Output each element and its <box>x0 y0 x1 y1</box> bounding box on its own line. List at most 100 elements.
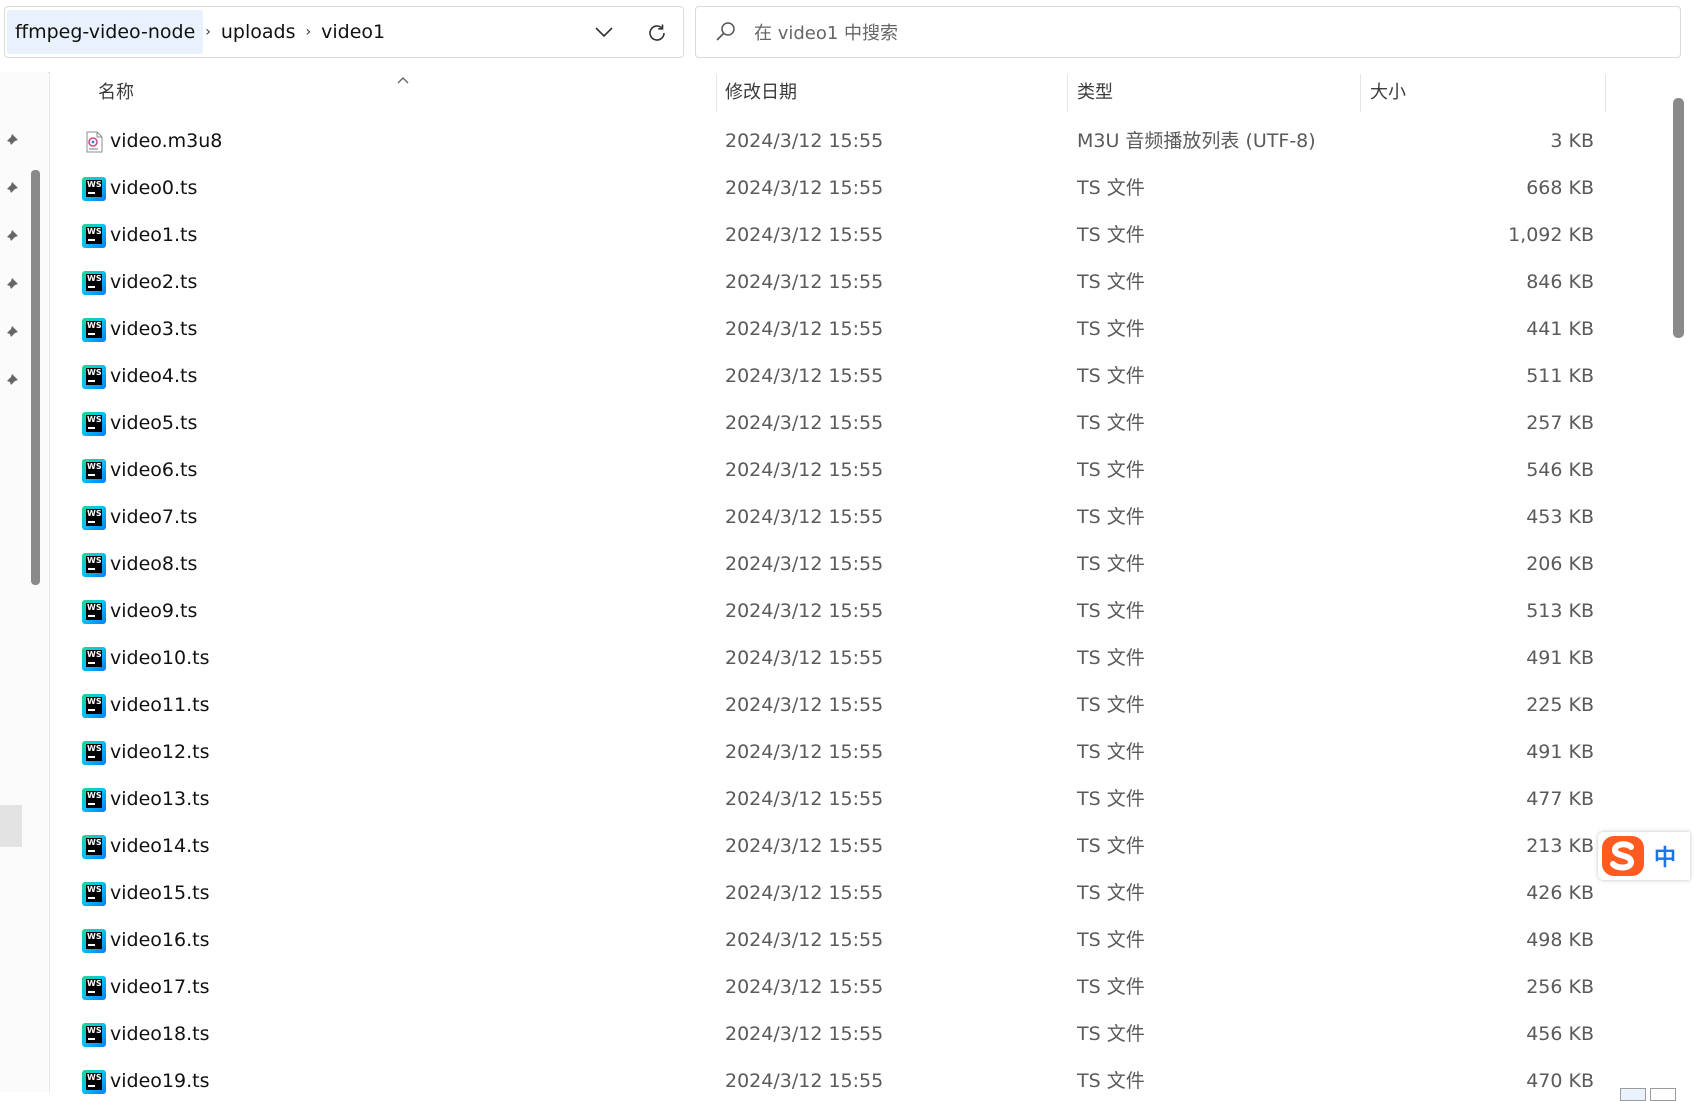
navigation-scrollbar[interactable] <box>31 170 40 585</box>
file-row[interactable]: WS video16.ts 2024/3/12 15:55 TS 文件 498 KB <box>50 917 1670 964</box>
file-row[interactable]: WS video10.ts 2024/3/12 15:55 TS 文件 491 KB <box>50 635 1670 682</box>
file-type: TS 文件 <box>1077 224 1145 246</box>
sort-ascending-icon <box>396 70 410 84</box>
details-view-button[interactable] <box>1620 1088 1646 1101</box>
file-name: video13.ts <box>110 788 210 810</box>
file-type: TS 文件 <box>1077 1023 1145 1045</box>
file-row[interactable]: WS video4.ts 2024/3/12 15:55 TS 文件 511 KB <box>50 353 1670 400</box>
file-row[interactable]: WS video8.ts 2024/3/12 15:55 TS 文件 206 KB <box>50 541 1670 588</box>
webstorm-file-icon: WS <box>82 694 106 718</box>
file-row[interactable]: WS video18.ts 2024/3/12 15:55 TS 文件 456 KB <box>50 1011 1670 1058</box>
file-row[interactable]: WS video17.ts 2024/3/12 15:55 TS 文件 256 KB <box>50 964 1670 1011</box>
ime-language-label: 中 <box>1654 846 1677 871</box>
file-row[interactable]: WS video0.ts 2024/3/12 15:55 TS 文件 668 KB <box>50 165 1670 212</box>
webstorm-file-icon: WS <box>82 647 106 671</box>
file-row[interactable]: WS video14.ts 2024/3/12 15:55 TS 文件 213 KB <box>50 823 1670 870</box>
view-toggle-group <box>1620 1088 1680 1101</box>
file-row[interactable]: WS video1.ts 2024/3/12 15:55 TS 文件 1,092 KB <box>50 212 1670 259</box>
file-date: 2024/3/12 15:55 <box>725 224 884 246</box>
file-type: TS 文件 <box>1077 600 1145 622</box>
breadcrumb-item-video1[interactable]: video1 <box>313 10 393 54</box>
file-name: video11.ts <box>110 694 210 716</box>
file-type: TS 文件 <box>1077 318 1145 340</box>
file-type: TS 文件 <box>1077 647 1145 669</box>
column-divider[interactable] <box>1605 74 1606 112</box>
navigation-pane <box>0 72 48 1092</box>
column-header-type[interactable]: 类型 <box>1077 72 1113 114</box>
file-explorer-window: ffmpeg-video-node › uploads › video1 在 v… <box>0 0 1695 1101</box>
file-row[interactable]: WS video11.ts 2024/3/12 15:55 TS 文件 225 KB <box>50 682 1670 729</box>
file-row[interactable]: WS video3.ts 2024/3/12 15:55 TS 文件 441 KB <box>50 306 1670 353</box>
large-icons-view-button[interactable] <box>1650 1088 1676 1101</box>
column-header-size[interactable]: 大小 <box>1370 72 1406 114</box>
file-row[interactable]: WS video19.ts 2024/3/12 15:55 TS 文件 470 KB <box>50 1058 1670 1101</box>
file-date: 2024/3/12 15:55 <box>725 1070 884 1092</box>
file-type: TS 文件 <box>1077 788 1145 810</box>
search-input[interactable] <box>752 13 1656 53</box>
file-date: 2024/3/12 15:55 <box>725 1023 884 1045</box>
file-date: 2024/3/12 15:55 <box>725 506 884 528</box>
file-size: 513 KB <box>1526 600 1594 622</box>
breadcrumb-item-uploads[interactable]: uploads <box>213 10 304 54</box>
file-date: 2024/3/12 15:55 <box>725 976 884 998</box>
file-row[interactable]: WS video12.ts 2024/3/12 15:55 TS 文件 491 KB <box>50 729 1670 776</box>
file-row[interactable]: WS video5.ts 2024/3/12 15:55 TS 文件 257 KB <box>50 400 1670 447</box>
column-divider[interactable] <box>716 74 717 112</box>
file-row[interactable]: video.m3u8 2024/3/12 15:55 M3U 音频播放列表 (UTF… <box>50 118 1670 165</box>
file-size: 846 KB <box>1526 271 1594 293</box>
column-header-date[interactable]: 修改日期 <box>725 72 797 114</box>
file-date: 2024/3/12 15:55 <box>725 130 884 152</box>
file-size: 256 KB <box>1526 976 1594 998</box>
ime-indicator[interactable]: 中 <box>1598 832 1690 880</box>
file-type: TS 文件 <box>1077 459 1145 481</box>
file-date: 2024/3/12 15:55 <box>725 882 884 904</box>
file-row[interactable]: WS video13.ts 2024/3/12 15:55 TS 文件 477 KB <box>50 776 1670 823</box>
file-size: 213 KB <box>1526 835 1594 857</box>
file-size: 546 KB <box>1526 459 1594 481</box>
webstorm-file-icon: WS <box>82 788 106 812</box>
chevron-right-icon[interactable]: › <box>203 24 213 40</box>
webstorm-file-icon: WS <box>82 318 106 342</box>
file-date: 2024/3/12 15:55 <box>725 741 884 763</box>
file-row[interactable]: WS video2.ts 2024/3/12 15:55 TS 文件 846 KB <box>50 259 1670 306</box>
file-date: 2024/3/12 15:55 <box>725 788 884 810</box>
file-name: video16.ts <box>110 929 210 951</box>
column-divider[interactable] <box>1067 74 1068 112</box>
file-list-scrollbar-thumb[interactable] <box>1673 98 1684 338</box>
file-size: 470 KB <box>1526 1070 1594 1092</box>
column-header-name[interactable]: 名称 <box>98 72 134 114</box>
chevron-right-icon[interactable]: › <box>304 24 314 40</box>
chevron-down-icon[interactable] <box>591 19 617 45</box>
pin-icon[interactable] <box>2 228 20 246</box>
pin-icon[interactable] <box>2 372 20 390</box>
pin-icon[interactable] <box>2 276 20 294</box>
file-row[interactable]: WS video7.ts 2024/3/12 15:55 TS 文件 453 KB <box>50 494 1670 541</box>
top-bar: ffmpeg-video-node › uploads › video1 <box>0 0 1695 73</box>
m3u8-file-icon <box>82 130 106 154</box>
address-bar[interactable]: ffmpeg-video-node › uploads › video1 <box>4 6 684 58</box>
webstorm-file-icon: WS <box>82 741 106 765</box>
column-divider[interactable] <box>1360 74 1361 112</box>
file-row[interactable]: WS video15.ts 2024/3/12 15:55 TS 文件 426 KB <box>50 870 1670 917</box>
file-row[interactable]: WS video6.ts 2024/3/12 15:55 TS 文件 546 KB <box>50 447 1670 494</box>
file-date: 2024/3/12 15:55 <box>725 177 884 199</box>
pin-icon[interactable] <box>2 324 20 342</box>
refresh-icon[interactable] <box>643 19 671 47</box>
file-type: TS 文件 <box>1077 365 1145 387</box>
column-header: 名称 修改日期 类型 大小 <box>50 72 1670 114</box>
file-name: video.m3u8 <box>110 130 223 152</box>
webstorm-file-icon: WS <box>82 835 106 859</box>
file-row[interactable]: WS video9.ts 2024/3/12 15:55 TS 文件 513 KB <box>50 588 1670 635</box>
navigation-selected-item[interactable] <box>0 805 22 847</box>
webstorm-file-icon: WS <box>82 224 106 248</box>
breadcrumb-item-ffmpeg-video-node[interactable]: ffmpeg-video-node <box>7 10 204 54</box>
webstorm-file-icon: WS <box>82 506 106 530</box>
file-name: video3.ts <box>110 318 198 340</box>
file-type: TS 文件 <box>1077 506 1145 528</box>
search-box[interactable] <box>695 6 1681 58</box>
pin-icon[interactable] <box>2 180 20 198</box>
webstorm-file-icon: WS <box>82 976 106 1000</box>
pin-icon[interactable] <box>2 132 20 150</box>
file-type: TS 文件 <box>1077 553 1145 575</box>
file-size: 441 KB <box>1526 318 1594 340</box>
